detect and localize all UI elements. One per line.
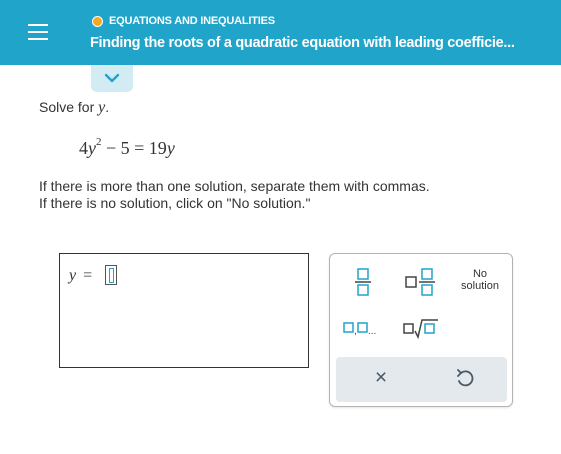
answer-label: y = bbox=[69, 267, 92, 285]
instruction-line-2: If there is no solution, click on "No so… bbox=[39, 195, 311, 211]
fraction-icon bbox=[355, 268, 371, 296]
list-icon: , ... bbox=[343, 322, 376, 337]
equation-coefficient: 4 bbox=[79, 138, 88, 158]
equation-rest: − 5 = 19 bbox=[101, 138, 167, 158]
menu-icon[interactable] bbox=[28, 22, 50, 42]
prompt-end: . bbox=[105, 99, 110, 115]
prompt-text: Solve for bbox=[39, 99, 95, 115]
mixed-number-button[interactable] bbox=[404, 266, 436, 298]
list-button[interactable]: , ... bbox=[342, 318, 382, 338]
fraction-button[interactable] bbox=[350, 266, 376, 298]
keypad-action-bar: × bbox=[336, 357, 507, 402]
topic-status-icon bbox=[92, 15, 103, 27]
instruction-line-1: If there is more than one solution, sepa… bbox=[39, 178, 430, 194]
svg-text:,: , bbox=[354, 326, 357, 337]
answer-variable: y bbox=[69, 267, 77, 284]
chevron-down-icon bbox=[105, 73, 119, 83]
problem-prompt: Solve for y. bbox=[39, 99, 109, 117]
topic-row: EQUATIONS AND INEQUALITIES bbox=[92, 15, 275, 27]
topic-label: EQUATIONS AND INEQUALITIES bbox=[109, 15, 275, 27]
undo-button[interactable] bbox=[454, 367, 476, 389]
instructions: If there is more than one solution, sepa… bbox=[39, 178, 430, 212]
equation: 4y2 − 5 = 19y bbox=[79, 136, 175, 159]
answer-area[interactable]: y = bbox=[59, 253, 309, 368]
header-bar: EQUATIONS AND INEQUALITIES Finding the r… bbox=[0, 0, 561, 65]
mixed-number-icon bbox=[405, 268, 435, 296]
equation-exponent: 2 bbox=[96, 136, 102, 148]
no-solution-label-2: solution bbox=[461, 280, 499, 292]
math-keypad: No solution , ... × bbox=[329, 253, 513, 407]
list-ellipsis: ... bbox=[368, 326, 376, 337]
nth-root-icon bbox=[403, 319, 438, 340]
no-solution-label-1: No bbox=[472, 268, 488, 280]
no-solution-button[interactable]: No solution bbox=[454, 268, 506, 296]
clear-button[interactable]: × bbox=[370, 367, 392, 389]
answer-equals: = bbox=[83, 267, 93, 284]
collapse-header-button[interactable] bbox=[91, 65, 133, 92]
nth-root-button[interactable] bbox=[402, 316, 440, 340]
page-title: Finding the roots of a quadratic equatio… bbox=[90, 35, 515, 51]
answer-input[interactable] bbox=[105, 265, 117, 285]
equation-variable: y bbox=[88, 138, 96, 158]
undo-icon bbox=[457, 369, 474, 387]
equation-rhs-variable: y bbox=[166, 138, 175, 158]
